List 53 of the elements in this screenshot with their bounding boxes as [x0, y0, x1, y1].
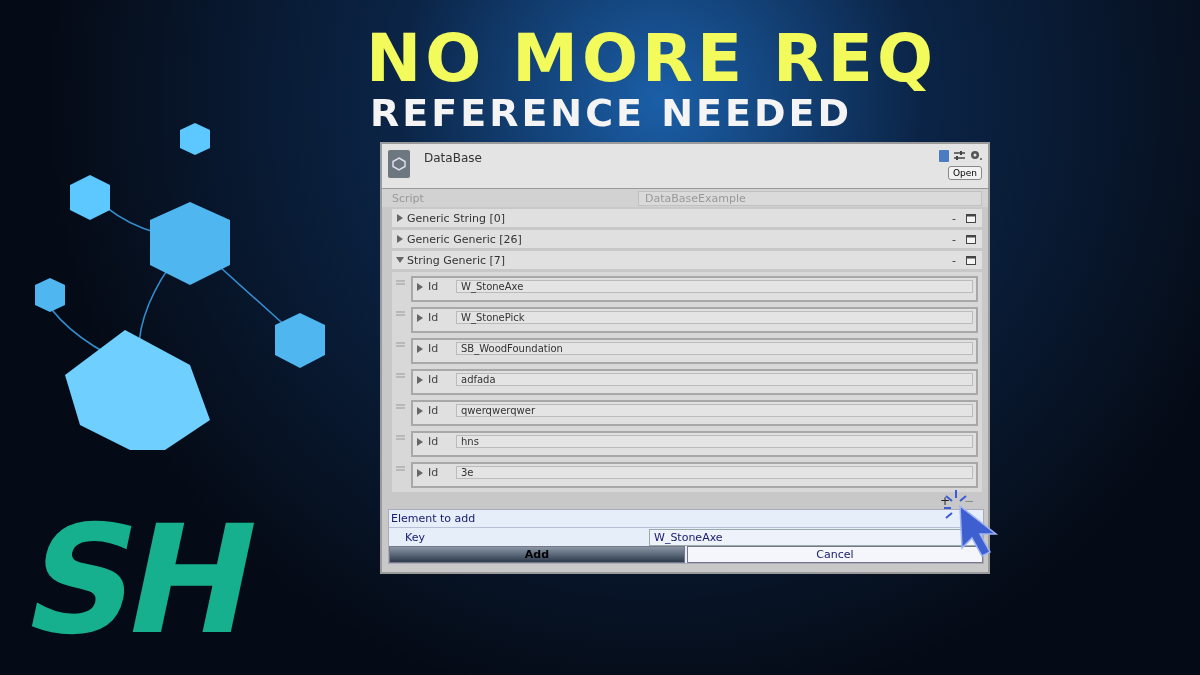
script-field: DataBaseExample [638, 190, 982, 206]
drag-handle-icon[interactable] [396, 373, 405, 378]
text-field[interactable]: SB_WoodFoundation [456, 342, 973, 355]
collapsed-triangle-icon[interactable] [416, 437, 424, 446]
field-label: Id [428, 280, 439, 293]
collapsed-triangle-icon[interactable] [416, 468, 424, 477]
field-label: Id [428, 435, 439, 448]
key-label: Key [405, 530, 426, 546]
collapsed-triangle-icon[interactable] [416, 313, 424, 322]
text-field[interactable]: adfada [456, 373, 973, 386]
drag-handle-icon[interactable] [396, 342, 405, 347]
drag-handle-icon[interactable] [396, 404, 405, 409]
collapsed-triangle-icon[interactable] [416, 344, 424, 353]
headline: NO MORE REQ [366, 26, 937, 92]
collapsed-triangle-icon[interactable] [396, 214, 404, 222]
drag-handle-icon[interactable] [396, 311, 405, 316]
collapsed-triangle-icon[interactable] [396, 235, 404, 243]
window-icon[interactable] [966, 213, 976, 223]
list-header[interactable]: String Generic [7] - [392, 251, 982, 269]
logo: SH [10, 505, 268, 655]
window-icon[interactable] [966, 255, 976, 265]
window-icon[interactable] [966, 234, 976, 244]
text-field[interactable]: 3e [456, 466, 973, 479]
collapsed-triangle-icon[interactable] [416, 375, 424, 384]
field-label: Id [428, 404, 439, 417]
drag-handle-icon[interactable] [396, 466, 405, 471]
drag-handle-icon[interactable] [396, 435, 405, 440]
cursor-click-icon [942, 488, 1000, 558]
open-button[interactable]: Open [947, 166, 982, 180]
field-label: Id [428, 342, 439, 355]
sliders-icon[interactable] [954, 150, 965, 161]
collapsed-triangle-icon[interactable] [416, 406, 424, 415]
text-field[interactable]: W_StoneAxe [456, 280, 973, 293]
dialog-button[interactable]: Cancel [687, 546, 983, 563]
inspector-title: DataBase [424, 151, 483, 165]
settings-icon[interactable] [970, 150, 982, 161]
field-label: Id [428, 373, 439, 386]
text-field[interactable]: qwerqwerqwer [456, 404, 973, 417]
subheadline: REFERENCE NEEDED [370, 94, 852, 132]
expanded-triangle-icon[interactable] [396, 256, 404, 264]
list-header[interactable]: Generic Generic [26] - [392, 230, 982, 248]
add-button[interactable]: + [939, 494, 950, 508]
text-field[interactable]: W_StonePick [456, 311, 973, 324]
field-label: Id [428, 466, 439, 479]
list-header[interactable]: Generic String [0] - [392, 209, 982, 227]
key-field[interactable]: W_StoneAxe [649, 529, 983, 546]
text-field[interactable]: hns [456, 435, 973, 448]
script-label: Script [392, 191, 425, 205]
drag-handle-icon[interactable] [396, 280, 405, 285]
script-asset-icon [388, 150, 410, 178]
collapsed-triangle-icon[interactable] [416, 282, 424, 291]
field-label: Id [428, 311, 439, 324]
focused-button[interactable]: Add [389, 546, 685, 563]
